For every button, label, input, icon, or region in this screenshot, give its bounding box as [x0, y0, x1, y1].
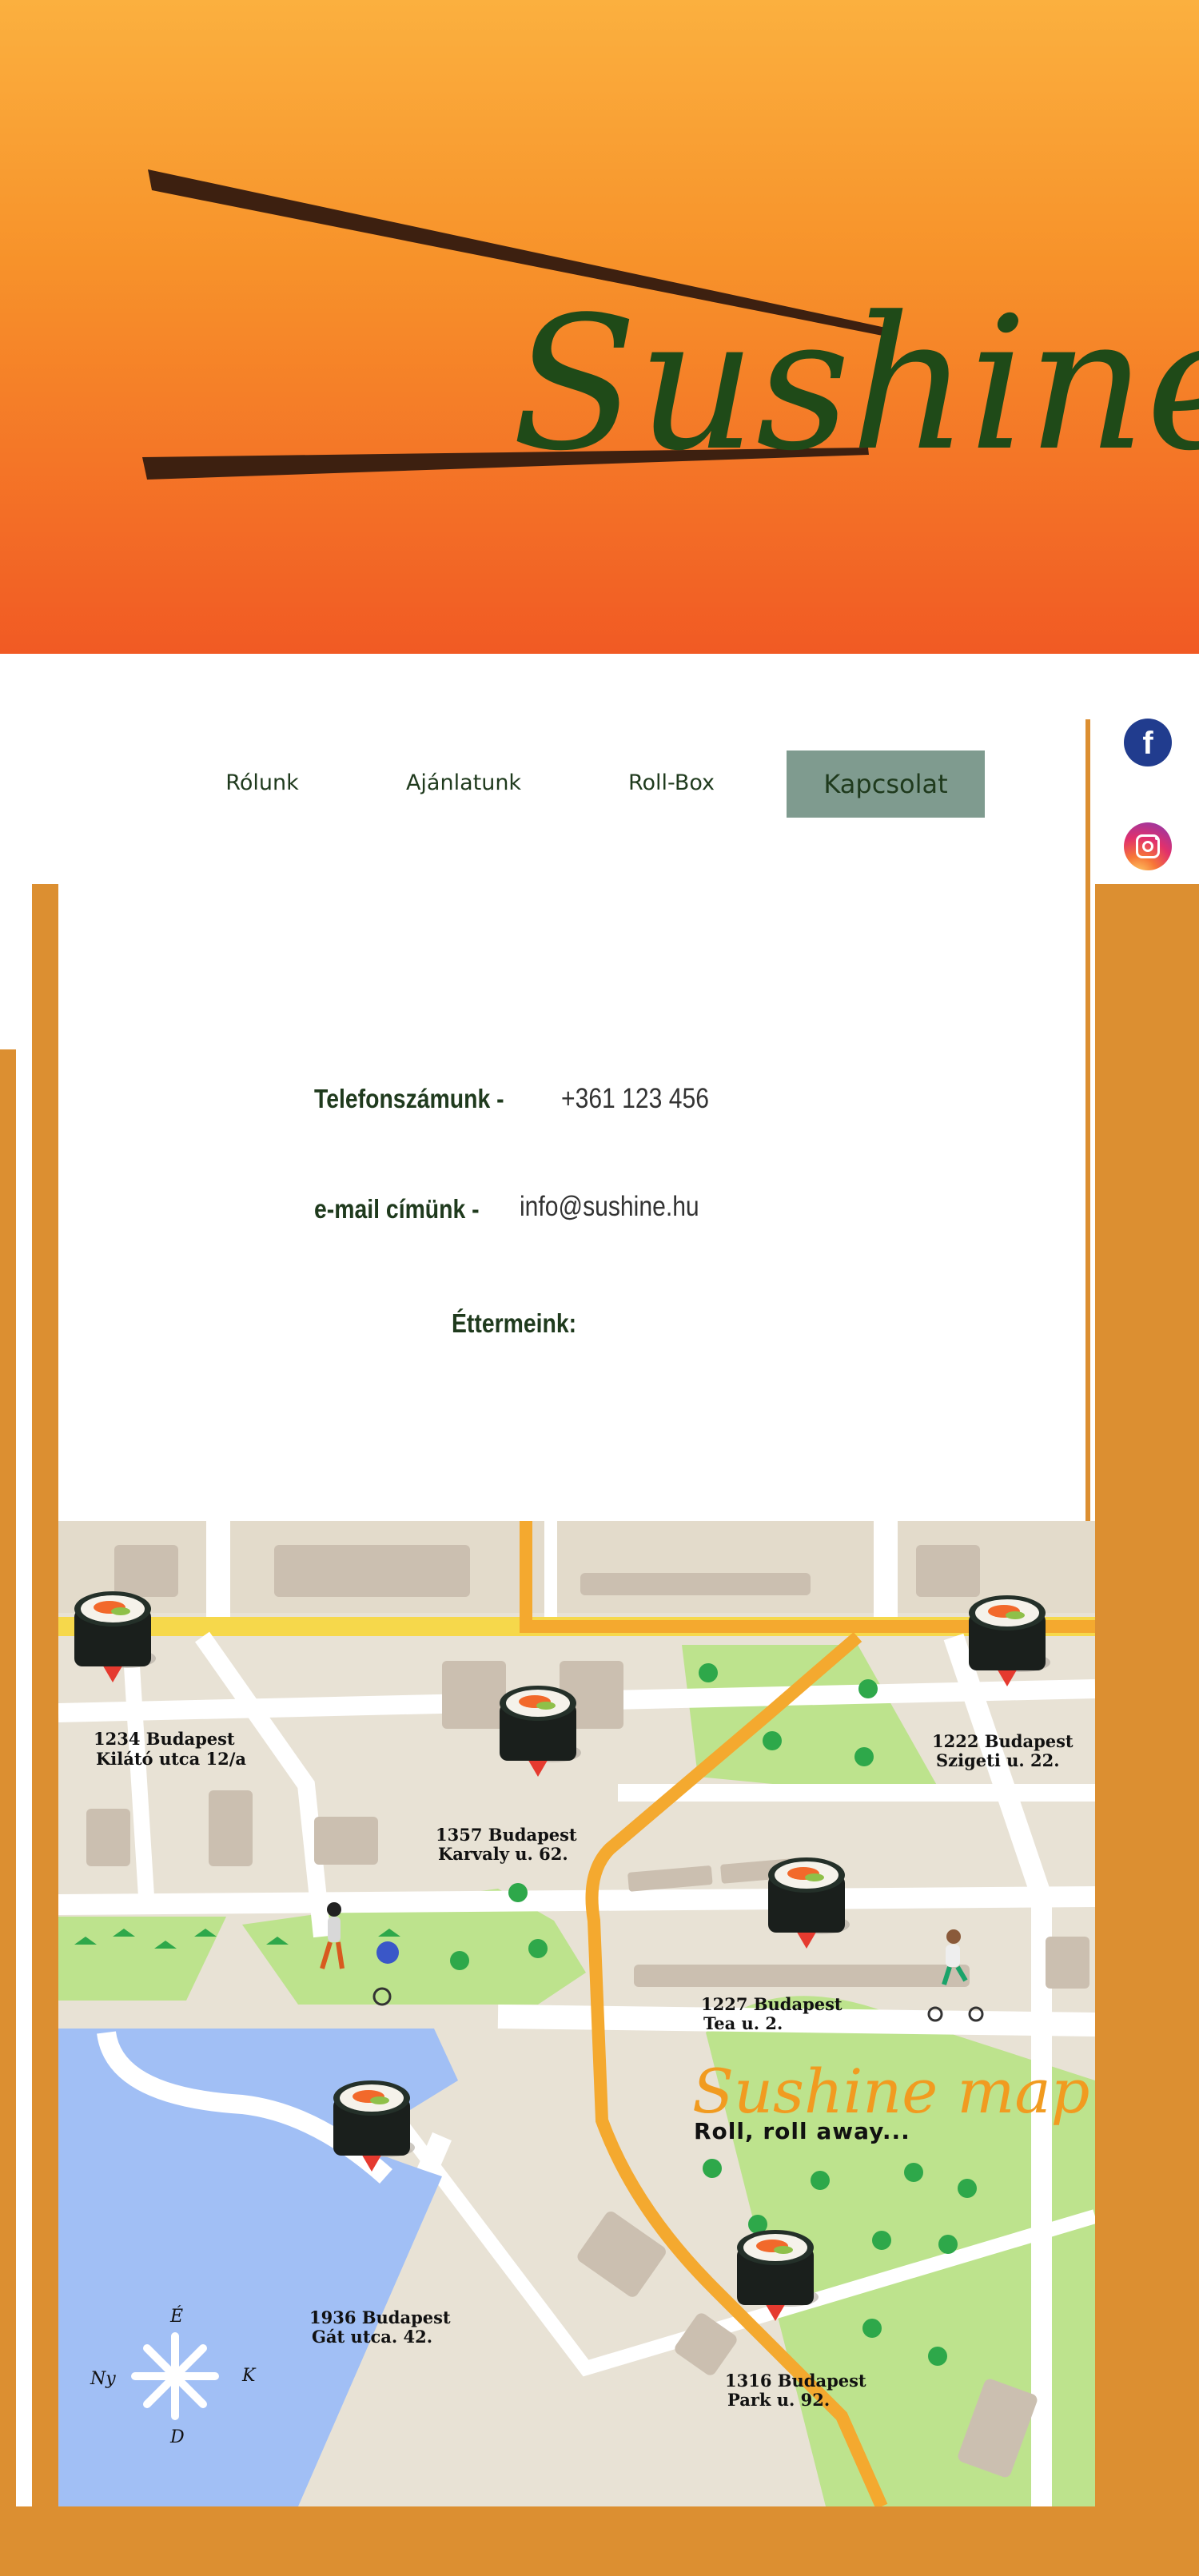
instagram-icon[interactable]	[1124, 822, 1172, 870]
map-title: Sushine map	[692, 2056, 1089, 2127]
nav-item-kapcsolat[interactable]: Kapcsolat	[787, 751, 985, 818]
compass-south: D	[169, 2427, 185, 2447]
address-4-line1: 1227 Budapest	[701, 1994, 842, 2014]
frame-bottom	[0, 2506, 1199, 2576]
frame-right	[1095, 884, 1199, 2576]
compass-north: É	[169, 2305, 183, 2327]
email-label: e-mail címünk -	[314, 1194, 480, 1224]
email-value[interactable]: info@sushine.hu	[520, 1191, 699, 1223]
restaurants-label: Éttermeink:	[452, 1308, 577, 1338]
address-2-line2: Karvaly u. 62.	[438, 1844, 568, 1864]
nav-item-ajanlatunk[interactable]: Ajánlatunk	[392, 751, 536, 815]
address-3-line1: 1222 Budapest	[932, 1731, 1074, 1751]
address-1-line2: Kilátó utca 12/a	[96, 1749, 246, 1769]
frame-right-line	[1085, 719, 1090, 1638]
nav-item-roll-box[interactable]: Roll-Box	[615, 751, 727, 815]
address-5-line2: Gát utca. 42.	[312, 2327, 432, 2347]
nav-item-rolunk[interactable]: Rólunk	[206, 751, 318, 815]
map-subtitle: Roll, roll away...	[694, 2118, 910, 2144]
address-2-line1: 1357 Budapest	[436, 1825, 577, 1845]
logo: Sushine	[142, 169, 1199, 492]
address-3-line2: Szigeti u. 22.	[936, 1750, 1060, 1770]
compass-west: Ny	[90, 2369, 116, 2389]
address-5-line1: 1936 Budapest	[309, 2307, 451, 2327]
compass-east: K	[241, 2366, 257, 2386]
logo-text: Sushine	[512, 278, 1199, 492]
facebook-icon[interactable]: f	[1124, 719, 1172, 766]
frame-left-inner	[32, 884, 58, 2576]
address-4-line2: Tea u. 2.	[703, 2013, 783, 2033]
frame-left-outer	[0, 1049, 16, 2576]
phone-value[interactable]: +361 123 456	[561, 1083, 709, 1115]
address-6-line2: Park u. 92.	[727, 2390, 830, 2410]
restaurant-map: É Ny K D Sushine map Roll, roll away... …	[58, 1521, 1095, 2506]
hero-banner: Sushine	[0, 0, 1199, 654]
phone-label: Telefonszámunk -	[314, 1084, 504, 1113]
address-6-line1: 1316 Budapest	[725, 2371, 866, 2391]
address-1-line1: 1234 Budapest	[94, 1729, 235, 1749]
